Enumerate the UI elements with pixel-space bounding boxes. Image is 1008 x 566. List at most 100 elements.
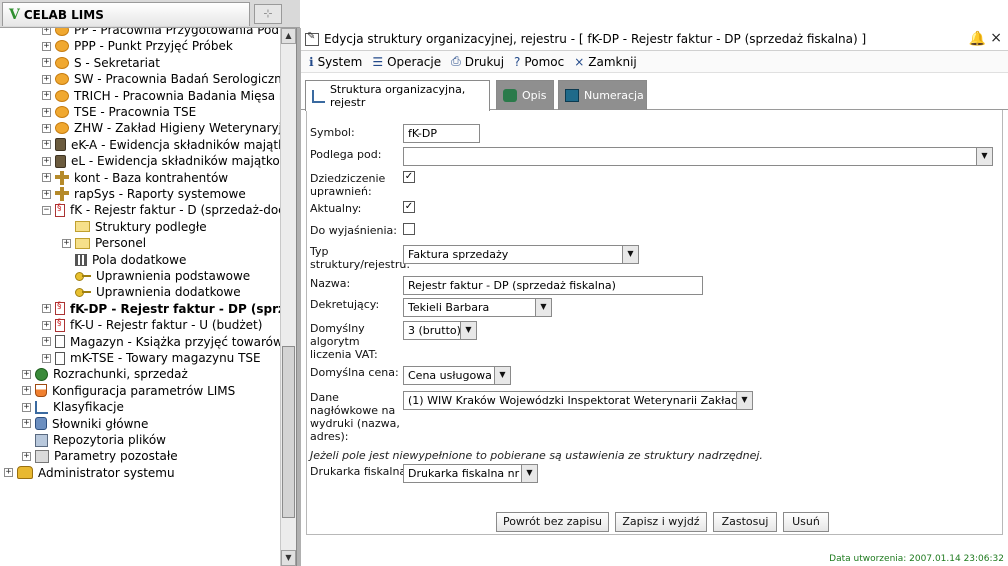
tree-item[interactable]: + Słowniki główne [22, 416, 148, 432]
scroll-up-arrow-icon[interactable]: ▲ [281, 28, 296, 44]
expand-icon[interactable]: + [42, 58, 51, 68]
dekretujacy-select[interactable]: Tekieli Barbara ▼ [403, 298, 552, 317]
apply-button[interactable]: Zastosuj [713, 512, 777, 532]
book-icon [55, 138, 66, 152]
expand-icon[interactable]: + [22, 402, 31, 412]
expand-icon[interactable]: + [42, 173, 51, 183]
tree-item[interactable]: + Personel [62, 235, 146, 251]
menu-item-zamknij[interactable]: × Zamknij [574, 55, 637, 69]
expand-icon[interactable]: + [42, 337, 51, 347]
tree-item[interactable]: + eK-A - Ewidencja składników majątk [42, 137, 280, 153]
tree-item[interactable]: + fK-DP - Rejestr faktur - DP (sprzeda [42, 301, 280, 317]
expand-icon[interactable]: + [42, 123, 51, 133]
podlega-select[interactable]: ▼ [403, 147, 993, 166]
tree-item[interactable]: Struktury podległe [62, 219, 207, 235]
tab-struktura[interactable]: Struktura organizacyjna, rejestr [305, 80, 490, 111]
tree-item[interactable]: + PP - Pracownia Przygotowania Pod [42, 28, 279, 38]
expand-icon[interactable]: + [22, 386, 31, 396]
tree-item[interactable]: + TSE - Pracownia TSE [42, 104, 196, 120]
inheritance-note: Jeżeli pole jest niewypełnione to pobier… [310, 449, 763, 462]
tree-item-label: SW - Pracownia Badań Serologiczny [74, 72, 280, 87]
tree-item[interactable]: + kont - Baza kontrahentów [42, 170, 228, 186]
expand-icon[interactable]: + [42, 107, 51, 117]
expand-icon[interactable]: + [42, 189, 51, 199]
dane-select[interactable]: (1) WIW Kraków Wojewódzki Inspektorat We… [403, 391, 753, 410]
wyjasnienia-checkbox[interactable] [403, 223, 415, 235]
expand-icon[interactable]: + [42, 304, 51, 314]
dziedziczenie-checkbox[interactable]: ✓ [403, 171, 415, 183]
tree-item[interactable]: + TRICH - Pracownia Badania Mięsa n [42, 88, 280, 104]
app-tab[interactable]: V CELAB LIMS [2, 2, 250, 26]
tree-item[interactable]: + ZHW - Zakład Higieny Weterynaryjne [42, 120, 280, 136]
tree-item[interactable]: + mK-TSE - Towary magazynu TSE [42, 350, 261, 366]
tree-item[interactable]: + fK-U - Rejestr faktur - U (budżet) [42, 317, 262, 333]
bell-icon[interactable]: 🔔 [969, 31, 986, 47]
tree-item[interactable]: + Konfiguracja parametrów LIMS [22, 383, 235, 399]
tree-item[interactable]: Uprawnienia dodatkowe [62, 284, 241, 300]
expand-icon[interactable]: + [42, 353, 51, 363]
save-and-exit-button[interactable]: Zapisz i wyjdź [615, 512, 707, 532]
flask-icon [35, 384, 47, 398]
expand-icon[interactable]: + [22, 451, 31, 461]
menu-item-operacje[interactable]: ☰ Operacje [372, 55, 441, 69]
tree-item[interactable]: + SW - Pracownia Badań Serologiczny [42, 71, 280, 87]
expand-icon[interactable]: + [42, 41, 51, 51]
expand-icon[interactable]: + [42, 28, 51, 35]
expand-icon[interactable]: + [42, 140, 51, 150]
scroll-down-arrow-icon[interactable]: ▼ [281, 550, 296, 566]
edit-document-icon [305, 31, 319, 46]
algorytm-label: Domyślny algorytm liczenia VAT: [310, 322, 378, 361]
typ-select[interactable]: Faktura sprzedaży ▼ [403, 245, 639, 264]
close-icon[interactable]: × [990, 30, 1002, 46]
symbol-input[interactable]: fK-DP [403, 124, 480, 143]
back-without-save-button[interactable]: Powrót bez zapisu [496, 512, 609, 532]
cena-select[interactable]: Cena usługowa ▼ [403, 366, 511, 385]
printer-icon: ⎙ [451, 54, 461, 68]
collapse-icon[interactable]: − [42, 205, 51, 215]
tab-opis[interactable]: Opis [496, 80, 554, 110]
cena-label: Domyślna cena: [310, 366, 399, 379]
close-icon: × [574, 54, 585, 69]
globe-icon [35, 367, 48, 381]
scroll-thumb[interactable] [282, 346, 295, 518]
tree-item[interactable]: + S - Sekretariat [42, 55, 160, 71]
tree-item[interactable]: Repozytoria plików [22, 432, 166, 448]
expand-icon[interactable]: + [42, 91, 51, 101]
app-title: CELAB LIMS [23, 7, 104, 22]
expand-icon[interactable]: + [22, 369, 31, 379]
dekretujacy-label: Dekretujący: [310, 298, 380, 311]
aktualny-label: Aktualny: [310, 202, 362, 215]
delete-button[interactable]: Usuń [783, 512, 829, 532]
aktualny-checkbox[interactable]: ✓ [403, 201, 415, 213]
tree-scrollbar[interactable]: ▲ ▼ [280, 28, 296, 566]
tree-item[interactable]: + Administrator systemu [4, 465, 175, 481]
tree-item[interactable]: + rapSys - Raporty systemowe [42, 186, 246, 202]
expand-icon[interactable]: + [42, 320, 51, 330]
tree-item[interactable]: + eL - Ewidencja składników majątkow [42, 153, 280, 169]
drukarka-select[interactable]: Drukarka fiskalna nr 1 ▼ [403, 464, 538, 483]
menu-item-drukuj[interactable]: ⎙ Drukuj [451, 54, 504, 69]
tree-item[interactable]: Pola dodatkowe [62, 252, 186, 268]
tab-numeracja[interactable]: Numeracja [558, 80, 647, 110]
expand-icon[interactable]: + [42, 156, 51, 166]
nazwa-input[interactable]: Rejestr faktur - DP (sprzedaż fiskalna) [403, 276, 703, 295]
db-icon [35, 417, 47, 431]
tree-item[interactable]: + Magazyn - Książka przyjęć towarów 2 [42, 334, 280, 350]
tree-item[interactable]: + Klasyfikacje [22, 399, 124, 415]
tree-item[interactable]: + Rozrachunki, sprzedaż [22, 366, 188, 382]
symbol-label: Symbol: [310, 126, 355, 139]
circle-icon [55, 56, 69, 69]
expand-icon[interactable]: + [62, 238, 71, 248]
tree-item[interactable]: + PPP - Punkt Przyjęć Próbek [42, 38, 233, 54]
tree-item-label: Słowniki główne [52, 416, 149, 431]
tree-item[interactable]: Uprawnienia podstawowe [62, 268, 250, 284]
algorytm-select[interactable]: 3 (brutto) ▼ [403, 321, 477, 340]
expand-icon[interactable]: + [42, 74, 51, 84]
tree-item[interactable]: + Parametry pozostałe [22, 448, 178, 464]
expand-icon[interactable]: + [4, 468, 13, 478]
menu-item-system[interactable]: ℹ System [309, 55, 362, 69]
tree-item[interactable]: − fK - Rejestr faktur - D (sprzedaż-doch [42, 202, 280, 218]
menu-item-pomoc[interactable]: ? Pomoc [514, 55, 564, 69]
new-tab-button[interactable]: ⊹ [254, 4, 282, 24]
expand-icon[interactable]: + [22, 419, 31, 429]
